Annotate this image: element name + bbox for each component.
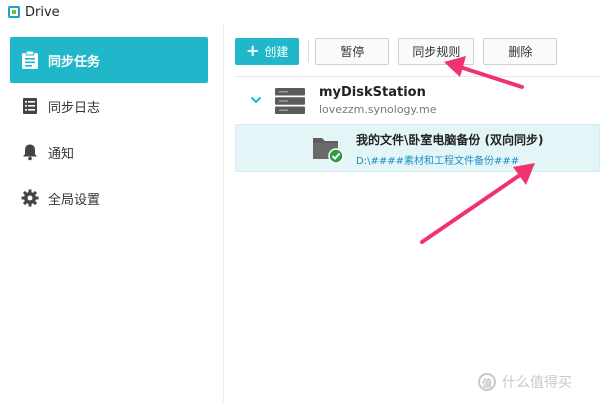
- chevron-down-icon[interactable]: [249, 92, 263, 106]
- sidebar-item-notifications[interactable]: 通知: [10, 129, 208, 175]
- server-row[interactable]: myDiskStation lovezzm.synology.me: [235, 80, 600, 124]
- server-name: myDiskStation: [319, 85, 426, 100]
- sidebar-item-global-settings[interactable]: 全局设置: [10, 175, 208, 221]
- sidebar-item-label: 同步任务: [48, 54, 101, 70]
- sidebar-item-label: 全局设置: [48, 192, 101, 208]
- create-button[interactable]: + 创建: [235, 37, 300, 65]
- sync-rules-button[interactable]: 同步规则: [398, 37, 475, 65]
- main-panel: + 创建 暂停 同步规则 删除 myDiskStation lovezzm.sy…: [225, 24, 600, 403]
- watermark: 值 什么值得买: [478, 372, 572, 392]
- sync-task-row[interactable]: 我的文件\卧室电脑备份 (双向同步) D:\####素材和工程文件备份###: [235, 124, 600, 172]
- create-button-label: 创建: [264, 44, 289, 59]
- nas-server-icon: [275, 88, 305, 114]
- sidebar-item-label: 同步日志: [48, 100, 101, 116]
- sync-task-name: 我的文件\卧室电脑备份 (双向同步): [356, 133, 544, 147]
- sidebar-item-label: 通知: [48, 146, 75, 162]
- clipboard-icon: [20, 50, 40, 70]
- divider: [235, 76, 600, 77]
- gear-icon: [20, 188, 40, 208]
- toolbar-divider: [308, 40, 310, 62]
- sync-task-local-path[interactable]: D:\####素材和工程文件备份###: [356, 152, 519, 167]
- watermark-logo-icon: 值: [478, 373, 496, 391]
- pause-button[interactable]: 暂停: [315, 37, 390, 65]
- sidebar-item-sync-tasks[interactable]: 同步任务: [10, 37, 208, 83]
- window-title: Drive: [25, 4, 60, 20]
- drive-logo-icon: [8, 6, 20, 18]
- folder-synced-icon: [312, 134, 344, 164]
- bell-icon: [20, 142, 40, 162]
- plus-icon: +: [246, 41, 260, 60]
- watermark-text: 什么值得买: [502, 375, 572, 391]
- log-list-icon: [20, 96, 40, 116]
- title-bar: Drive: [0, 0, 600, 24]
- sidebar: 同步任务 同步日志 通知 全局设置: [0, 24, 224, 403]
- sidebar-item-sync-log[interactable]: 同步日志: [10, 83, 208, 129]
- delete-button[interactable]: 删除: [483, 37, 558, 65]
- toolbar: + 创建 暂停 同步规则 删除: [235, 37, 566, 65]
- server-host: lovezzm.synology.me: [319, 103, 437, 116]
